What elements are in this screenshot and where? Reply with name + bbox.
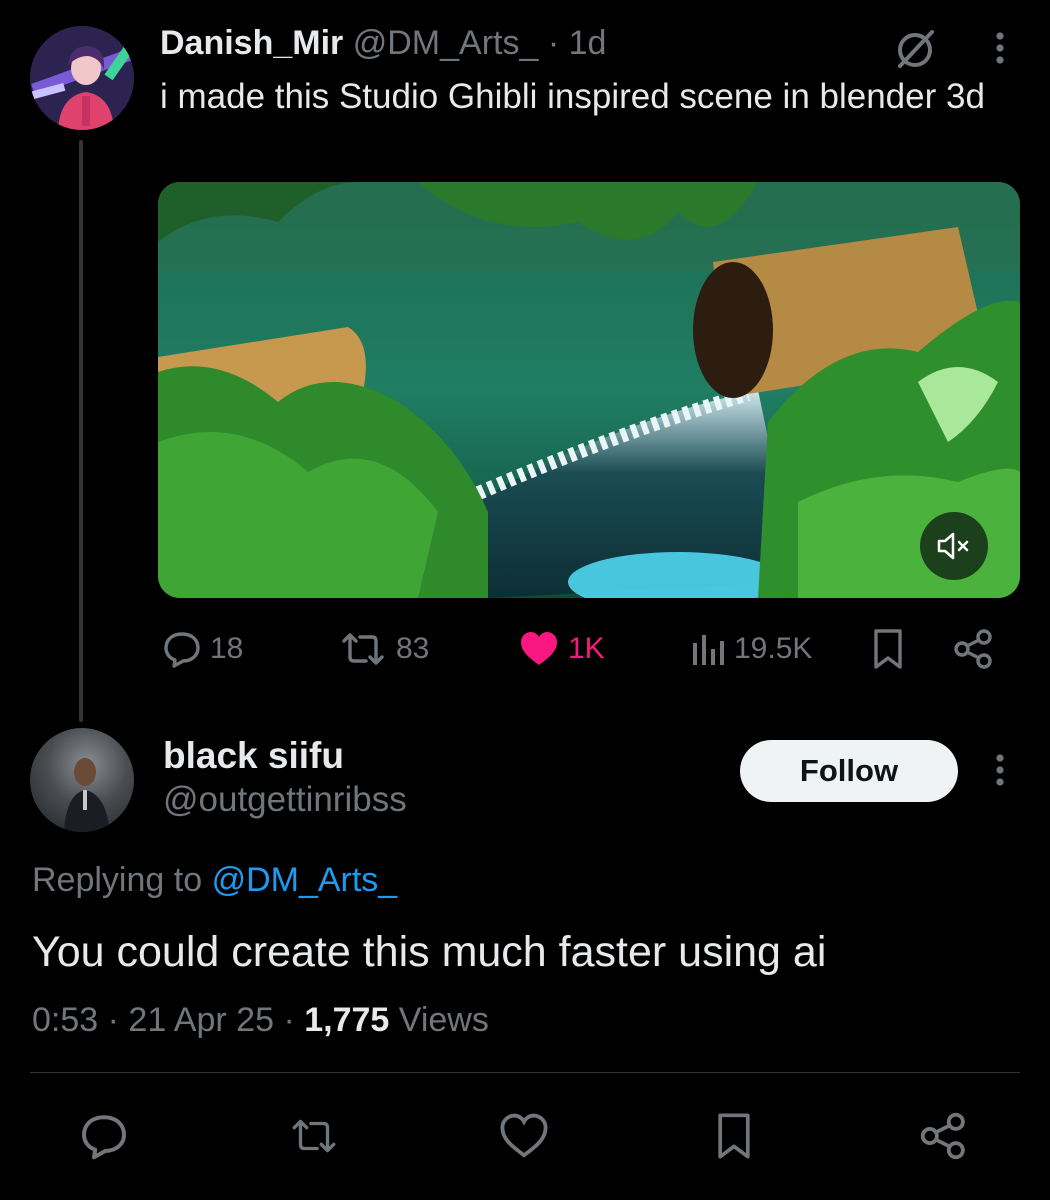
retweet-button[interactable] [288, 1110, 340, 1162]
tweet-header: Danish_Mir @DM_Arts_ · 1d [160, 22, 606, 64]
tweet-text: i made this Studio Ghibli inspired scene… [160, 77, 985, 116]
bookmark-button[interactable] [708, 1110, 760, 1162]
reply-icon [164, 632, 200, 668]
video-media[interactable] [158, 182, 1020, 598]
meta-separator: · [107, 1001, 119, 1039]
avatar-image [30, 26, 134, 130]
retweet-icon [292, 1119, 336, 1153]
share-button[interactable] [918, 1110, 970, 1162]
grok-icon[interactable] [892, 26, 938, 72]
thread-line [79, 140, 83, 722]
tweet-metadata: 0:53 · 21 Apr 25 · 1,775 Views [32, 998, 489, 1042]
like-count: 1K [568, 632, 605, 665]
reply-action[interactable]: 18 [162, 626, 243, 672]
like-icon [521, 632, 557, 665]
tweet-date[interactable]: 21 Apr 25 [128, 1001, 274, 1039]
reply-icon [82, 1115, 126, 1160]
retweet-count: 83 [396, 632, 430, 665]
view-count: 19.5K [734, 632, 813, 665]
share-action[interactable] [952, 626, 996, 672]
retweet-action[interactable]: 83 [338, 626, 429, 672]
author-name[interactable]: black siifu [163, 734, 344, 778]
bookmark-icon [718, 1113, 750, 1159]
replying-to: Replying to @DM_Arts_ [32, 858, 397, 902]
bookmark-icon [874, 629, 902, 669]
avatar[interactable] [30, 728, 134, 832]
author-handle[interactable]: @outgettinribss [163, 778, 407, 822]
reply-text: You could create this much faster using … [32, 928, 827, 976]
reply-button[interactable] [78, 1110, 130, 1162]
speaker-muted-icon [937, 532, 969, 560]
more-icon[interactable] [985, 750, 1015, 790]
replying-prefix: Replying to [32, 861, 203, 899]
bookmark-action[interactable] [868, 626, 908, 672]
meta-separator: · [283, 1001, 295, 1039]
header-separator: · [547, 24, 560, 62]
divider [30, 1072, 1020, 1073]
views-icon [693, 635, 724, 665]
follow-button[interactable]: Follow [740, 740, 958, 802]
like-action[interactable]: 1K [518, 626, 605, 672]
views-action[interactable]: 19.5K [690, 626, 812, 672]
like-button[interactable] [498, 1110, 550, 1162]
replying-to-link[interactable]: @DM_Arts_ [212, 861, 398, 899]
author-name[interactable]: Danish_Mir [160, 24, 343, 62]
views-number: 1,775 [304, 1001, 390, 1039]
video-frame [158, 182, 1020, 598]
share-icon [920, 1112, 965, 1160]
tweet-age[interactable]: 1d [569, 24, 607, 62]
like-icon [500, 1113, 548, 1158]
views-label: Views [398, 1001, 489, 1039]
mute-button[interactable] [920, 512, 988, 580]
share-icon [954, 629, 992, 669]
retweet-icon [342, 633, 384, 665]
more-icon[interactable] [985, 28, 1015, 68]
tweet-time[interactable]: 0:53 [32, 1001, 98, 1039]
avatar-image [64, 758, 110, 832]
author-handle[interactable]: @DM_Arts_ [353, 24, 539, 62]
avatar[interactable] [30, 26, 134, 130]
reply-count: 18 [210, 632, 244, 665]
